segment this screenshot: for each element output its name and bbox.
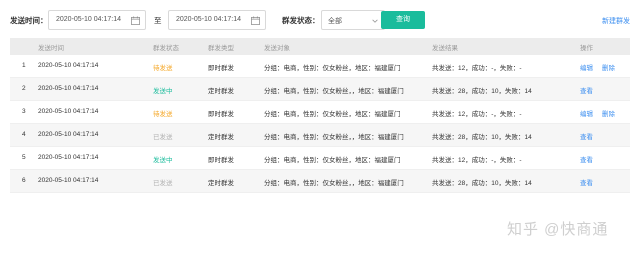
chevron-down-icon xyxy=(372,19,378,23)
view-link[interactable]: 查看 xyxy=(580,154,593,164)
row-index: 2 xyxy=(22,85,26,92)
status-badge: 待发送 xyxy=(153,65,173,72)
table-row: 6 2020-05-10 04:17:14 已发送 定时群发 分组：电商，性别：… xyxy=(10,170,630,193)
start-date-value: 2020-05-10 04:17:14 xyxy=(56,16,121,23)
calendar-icon xyxy=(131,16,140,25)
status-label: 群发状态： xyxy=(282,16,320,25)
row-result: 共发送：12，成功：-，失败：- xyxy=(432,65,522,72)
row-send-time: 2020-05-10 04:17:14 xyxy=(38,108,99,115)
status-select-value: 全部 xyxy=(328,18,342,25)
header-send-time: 发送时间 xyxy=(38,45,64,52)
row-send-time: 2020-05-10 04:17:14 xyxy=(38,131,99,138)
row-result: 共发送：28，成功：10，失败：14 xyxy=(432,180,532,187)
header-result: 发送结果 xyxy=(432,45,458,52)
status-badge: 发送中 xyxy=(153,157,173,164)
status-badge: 发送中 xyxy=(153,88,173,95)
row-index: 3 xyxy=(22,108,26,115)
row-target: 分组：电商，性别：仅女粉丝，，地区：福建厦门 xyxy=(264,134,404,141)
end-date-value: 2020-05-10 04:17:14 xyxy=(176,16,241,23)
row-type: 定时群发 xyxy=(208,88,234,95)
row-result: 共发送：28，成功：10，失败：14 xyxy=(432,88,532,95)
row-index: 5 xyxy=(22,154,26,161)
end-date-picker[interactable]: 2020-05-10 04:17:14 xyxy=(168,10,266,30)
row-type: 即时群发 xyxy=(208,157,234,164)
row-type: 定时群发 xyxy=(208,134,234,141)
row-type: 即时群发 xyxy=(208,111,234,118)
broadcast-table: 发送时间 群发状态 群发类型 发送对象 发送结果 操作 1 2020-05-10… xyxy=(10,38,630,193)
table-row: 1 2020-05-10 04:17:14 待发送 即时群发 分组：电商，性别：… xyxy=(10,55,630,78)
date-range-separator: 至 xyxy=(154,16,162,25)
status-badge: 已发送 xyxy=(153,134,173,141)
row-send-time: 2020-05-10 04:17:14 xyxy=(38,85,99,92)
calendar-icon xyxy=(251,16,260,25)
view-link[interactable]: 查看 xyxy=(580,85,593,95)
start-date-picker[interactable]: 2020-05-10 04:17:14 xyxy=(48,10,146,30)
edit-link[interactable]: 编辑 xyxy=(580,62,593,72)
row-index: 1 xyxy=(22,62,26,69)
filter-bar: 发送时间： 2020-05-10 04:17:14 至 2020-05-10 0… xyxy=(10,10,630,30)
delete-link[interactable]: 删除 xyxy=(602,62,615,72)
query-button[interactable]: 查询 xyxy=(381,11,425,29)
edit-link[interactable]: 编辑 xyxy=(580,108,593,118)
watermark: 知乎 @快商通 xyxy=(507,221,609,238)
row-index: 4 xyxy=(22,131,26,138)
table-row: 2 2020-05-10 04:17:14 发送中 定时群发 分组：电商，性别：… xyxy=(10,78,630,101)
table-header: 发送时间 群发状态 群发类型 发送对象 发送结果 操作 xyxy=(10,38,630,55)
row-index: 6 xyxy=(22,177,26,184)
row-target: 分组：电商，性别：仅女粉丝，地区：福建厦门 xyxy=(264,65,401,72)
delete-link[interactable]: 删除 xyxy=(602,108,615,118)
view-link[interactable]: 查看 xyxy=(580,131,593,141)
header-target: 发送对象 xyxy=(264,45,290,52)
row-target: 分组：电商，性别：仅女粉丝，，地区：福建厦门 xyxy=(264,180,404,187)
status-select[interactable]: 全部 xyxy=(321,10,385,30)
row-type: 即时群发 xyxy=(208,65,234,72)
header-operation: 操作 xyxy=(580,45,593,52)
row-result: 共发送：12，成功：-，失败：- xyxy=(432,111,522,118)
row-send-time: 2020-05-10 04:17:14 xyxy=(38,177,99,184)
send-time-label: 发送时间： xyxy=(10,16,48,25)
row-target: 分组：电商，性别：仅女粉丝，，地区：福建厦门 xyxy=(264,88,404,95)
status-badge: 待发送 xyxy=(153,111,173,118)
row-result: 共发送：12，成功：-，失败：- xyxy=(432,157,522,164)
header-status: 群发状态 xyxy=(153,45,179,52)
row-target: 分组：电商，性别：仅女粉丝，地区：福建厦门 xyxy=(264,157,401,164)
row-result: 共发送：28，成功：10，失败：14 xyxy=(432,134,532,141)
table-row: 5 2020-05-10 04:17:14 发送中 即时群发 分组：电商，性别：… xyxy=(10,147,630,170)
table-row: 4 2020-05-10 04:17:14 已发送 定时群发 分组：电商，性别：… xyxy=(10,124,630,147)
table-row: 3 2020-05-10 04:17:14 待发送 即时群发 分组：电商，性别：… xyxy=(10,101,630,124)
row-type: 定时群发 xyxy=(208,180,234,187)
new-broadcast-link[interactable]: 新建群发 xyxy=(602,16,630,26)
row-send-time: 2020-05-10 04:17:14 xyxy=(38,62,99,69)
view-link[interactable]: 查看 xyxy=(580,177,593,187)
status-badge: 已发送 xyxy=(153,180,173,187)
row-send-time: 2020-05-10 04:17:14 xyxy=(38,154,99,161)
row-target: 分组：电商，性别：仅女粉丝，地区：福建厦门 xyxy=(264,111,401,118)
header-type: 群发类型 xyxy=(208,45,234,52)
